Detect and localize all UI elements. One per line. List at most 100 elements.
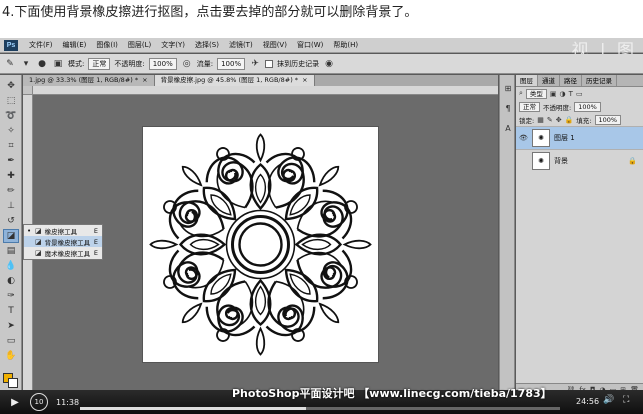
toolbox: ✥ ⬚ ➰ ✧ ⌗ ✒ ✚ ✏ ⊥ ↺ ◪ ▤ 💧 ◐ ✑ T ➤ ▭ ✋ [0, 75, 22, 395]
pressure-opacity-icon[interactable]: ◎ [181, 58, 193, 70]
healing-tool-icon[interactable]: ✚ [3, 169, 19, 183]
eraser-tool-icon[interactable]: ✎ [4, 58, 16, 70]
flow-field[interactable]: 100% [217, 57, 246, 70]
lasso-tool-icon[interactable]: ➰ [3, 109, 19, 123]
history-panel-icon[interactable]: ⊞ [503, 83, 513, 93]
history-brush-tool-icon[interactable]: ↺ [3, 214, 19, 228]
eraser-tool-icon[interactable]: ◪ [3, 229, 19, 243]
paragraph-panel-icon[interactable]: ¶ [503, 103, 513, 113]
filter-shape-icon[interactable]: ▭ [576, 90, 583, 98]
layer-row-background[interactable]: ✺ 背景 🔒 [516, 149, 643, 172]
menu-select[interactable]: 选择(S) [190, 40, 224, 50]
layer-name: 图层 1 [554, 134, 575, 142]
blend-mode-select[interactable]: 正常 [519, 101, 540, 112]
opacity-field[interactable]: 100% [148, 57, 177, 70]
brush-tool-icon[interactable]: ✏ [3, 184, 19, 198]
filter-pixel-icon[interactable]: ▣ [550, 90, 557, 98]
tab-document-1[interactable]: 1.jpg @ 33.3% (图层 1, RGB/8#) * × [23, 75, 155, 86]
close-icon[interactable]: × [142, 76, 147, 84]
lock-row: 锁定: ▦ ✎ ✥ 🔒 填充: 100% [516, 113, 643, 126]
flyout-item-eraser[interactable]: • ◪ 橡皮擦工具 E [24, 225, 102, 236]
layer-filter-row: ⌕ 类型 ▣ ◑ T ▭ [516, 87, 643, 100]
menu-layer[interactable]: 图层(L) [123, 40, 156, 50]
menu-edit[interactable]: 编辑(E) [58, 40, 92, 50]
menu-view[interactable]: 视图(V) [258, 40, 292, 50]
eye-icon[interactable]: 👁 [519, 134, 528, 142]
gradient-tool-icon[interactable]: ▤ [3, 244, 19, 258]
photoshop-window: Ps 文件(F) 编辑(E) 图像(I) 图层(L) 文字(Y) 选择(S) 滤… [0, 38, 643, 414]
opacity-label: 不透明度: [114, 59, 145, 68]
type-tool-icon[interactable]: T [3, 304, 19, 318]
blend-row: 正常 不透明度: 100% [516, 100, 643, 113]
layer-thumbnail: ✺ [532, 129, 550, 147]
mandala-artwork [149, 133, 372, 356]
ruler-horizontal [33, 86, 498, 95]
tab-layers[interactable]: 图层 [516, 75, 538, 86]
quick-select-tool-icon[interactable]: ✧ [3, 124, 19, 138]
document-canvas[interactable] [143, 127, 378, 362]
brush-size-icon[interactable]: ● [36, 58, 48, 70]
pressure-size-icon[interactable]: ◉ [323, 58, 335, 70]
menu-help[interactable]: 帮助(H) [328, 40, 363, 50]
video-duration: 24:56 [576, 397, 600, 406]
eyedropper-tool-icon[interactable]: ✒ [3, 154, 19, 168]
stamp-tool-icon[interactable]: ⊥ [3, 199, 19, 213]
fullscreen-icon[interactable]: ⛶ [623, 395, 629, 405]
filter-type-icon[interactable]: T [569, 90, 573, 98]
menu-filter[interactable]: 滤镜(T) [224, 40, 258, 50]
lock-label: 锁定: [519, 116, 535, 125]
menu-file[interactable]: 文件(F) [24, 40, 58, 50]
shape-tool-icon[interactable]: ▭ [3, 334, 19, 348]
ruler-corner [23, 86, 33, 95]
filter-adjust-icon[interactable]: ◑ [560, 90, 566, 98]
background-color-swatch[interactable] [8, 378, 18, 388]
layer-row-layer-1[interactable]: 👁 ✺ 图层 1 [516, 126, 643, 149]
erase-to-history-checkbox[interactable] [265, 59, 274, 68]
character-panel-icon[interactable]: A [503, 123, 513, 133]
lock-transparency-icon[interactable]: ▦ [537, 116, 544, 124]
hand-tool-icon[interactable]: ✋ [3, 349, 19, 363]
airbrush-icon[interactable]: ✈ [249, 58, 261, 70]
lock-move-icon[interactable]: ✥ [556, 116, 562, 124]
tab-document-2[interactable]: 背景橡皮擦.jpg @ 45.8% (图层 1, RGB/8#) * × [154, 75, 315, 86]
tab-history[interactable]: 历史记录 [582, 75, 617, 86]
layer-name: 背景 [554, 157, 568, 165]
dodge-tool-icon[interactable]: ◐ [3, 274, 19, 288]
move-tool-icon[interactable]: ✥ [3, 79, 19, 93]
layer-filter-select[interactable]: 类型 [525, 88, 547, 99]
crop-tool-icon[interactable]: ⌗ [3, 139, 19, 153]
layer-opacity-field[interactable]: 100% [574, 101, 601, 112]
pen-tool-icon[interactable]: ✑ [3, 289, 19, 303]
flyout-item-background-eraser[interactable]: ◪ 背景橡皮擦工具 E [24, 236, 102, 247]
blur-tool-icon[interactable]: 💧 [3, 259, 19, 273]
fill-field[interactable]: 100% [594, 114, 622, 125]
eraser-tool-flyout: • ◪ 橡皮擦工具 E ◪ 背景橡皮擦工具 E ◪ 魔术橡皮擦工具 E [23, 224, 103, 260]
menu-image[interactable]: 图像(I) [91, 40, 123, 50]
lock-all-icon[interactable]: 🔒 [565, 116, 574, 124]
mode-select[interactable]: 正常 [88, 57, 111, 70]
menu-type[interactable]: 文字(Y) [156, 40, 190, 50]
chevron-down-icon[interactable]: ▾ [20, 58, 32, 70]
tab-channels[interactable]: 通道 [538, 75, 560, 86]
video-progress-bar[interactable] [80, 407, 560, 410]
close-icon[interactable]: × [302, 76, 307, 84]
volume-icon[interactable]: 🔊 [603, 395, 614, 405]
brand-overlay: PhotoShop平面设计吧 【www.linecg.com/tieba/178… [232, 387, 552, 400]
tab-paths[interactable]: 路径 [560, 75, 582, 86]
fill-label: 填充: [576, 116, 592, 125]
replay-button[interactable]: 10 [30, 393, 48, 411]
menu-window[interactable]: 窗口(W) [292, 40, 328, 50]
path-select-tool-icon[interactable]: ➤ [3, 319, 19, 333]
layers-panel: 图层 通道 路径 历史记录 ⌕ 类型 ▣ ◑ T ▭ 正常 不透明度: 100%… [516, 75, 643, 395]
layers-panel-tabs: 图层 通道 路径 历史记录 [516, 75, 643, 87]
brush-panel-icon[interactable]: ▣ [52, 58, 64, 70]
flyout-item-magic-eraser[interactable]: ◪ 魔术橡皮擦工具 E [24, 247, 102, 258]
flow-label: 流量: [196, 59, 214, 68]
marquee-tool-icon[interactable]: ⬚ [3, 94, 19, 108]
play-button[interactable]: ▶ [6, 393, 24, 411]
menu-bar: Ps 文件(F) 编辑(E) 图像(I) 图层(L) 文字(Y) 选择(S) 滤… [0, 38, 643, 61]
lock-paint-icon[interactable]: ✎ [547, 116, 553, 124]
lock-icon: 🔒 [628, 157, 637, 165]
layer-thumbnail: ✺ [532, 152, 550, 170]
erase-to-history-label: 抹到历史记录 [277, 59, 320, 68]
